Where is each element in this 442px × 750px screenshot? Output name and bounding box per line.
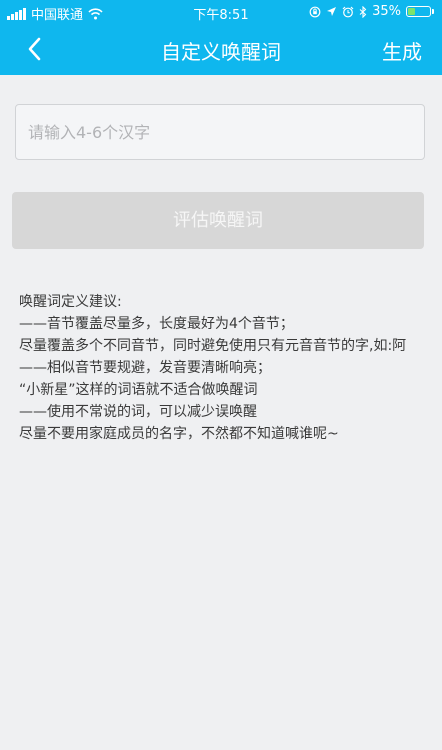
- navigation-bar: 自定义唤醒词 生成: [0, 24, 442, 75]
- tip-item: ——使用不常说的词，可以减少误唤醒: [19, 404, 257, 420]
- tip-item: 尽量不要用家庭成员的名字，不然都不知道喊谁呢~: [19, 426, 339, 442]
- evaluate-button[interactable]: 评估唤醒词: [12, 192, 424, 249]
- tips-heading: 唤醒词定义建议:: [19, 294, 122, 310]
- header-bar: 中国联通 下午8:51 35% 自定义唤醒词 生成: [0, 0, 442, 75]
- page-title: 自定义唤醒词: [161, 40, 281, 64]
- tip-item: “小新星”这样的词语就不适合做唤醒词: [19, 382, 258, 398]
- back-arrow-icon[interactable]: [24, 35, 50, 63]
- bluetooth-icon: [359, 5, 367, 18]
- status-bar: 中国联通 下午8:51 35%: [0, 0, 442, 24]
- battery-cap: [432, 9, 434, 14]
- alarm-icon: [342, 6, 354, 17]
- location-icon: [327, 7, 337, 16]
- tip-item: ——音节覆盖尽量多，长度最好为4个音节；: [19, 316, 294, 332]
- battery-icon: [406, 6, 431, 17]
- battery-fill: [408, 8, 416, 15]
- tip-item: ——相似音节要规避，发音要清晰响亮；: [19, 360, 271, 376]
- orientation-lock-icon: [309, 6, 321, 17]
- status-right: 35%: [309, 4, 434, 19]
- tips-section: 唤醒词定义建议: ——音节覆盖尽量多，长度最好为4个音节； 尽量覆盖多个不同音节…: [19, 291, 419, 445]
- battery-percent: 35%: [372, 4, 401, 19]
- generate-button[interactable]: 生成: [382, 36, 422, 65]
- wake-word-input[interactable]: [15, 104, 425, 160]
- tip-item: 尽量覆盖多个不同音节，同时避免使用只有元音音节的字,如:阿: [19, 338, 407, 354]
